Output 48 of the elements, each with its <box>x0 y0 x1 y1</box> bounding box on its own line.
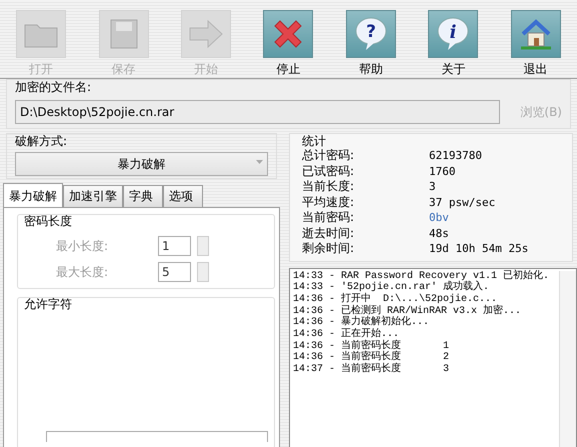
stat-value: 62193780 <box>429 148 482 164</box>
log-line: 14:36 - 打开中 D:\...\52pojie.c... <box>293 294 498 305</box>
log-line: 14:36 - 正在开始... <box>293 329 400 340</box>
log-line: 14:36 - 已检测到 RAR/WinRAR v3.x 加密... <box>293 306 522 317</box>
spin-button[interactable] <box>197 236 209 256</box>
stat-value: 19d 10h 54m 25s <box>429 241 528 256</box>
group-title: 允许字符 <box>24 296 73 313</box>
log-line: 14:33 - RAR Password Recovery v1.1 已初始化. <box>293 270 550 282</box>
file-path-field[interactable]: D:\Desktop\52pojie.cn.rar <box>15 100 500 124</box>
caret-icon <box>256 160 263 164</box>
log-line: 14:36 - 暴力破解初始化... <box>293 317 430 328</box>
method-dropdown[interactable]: 暴力破解 <box>15 152 268 176</box>
tab[interactable]: 字典 <box>123 185 163 207</box>
tab[interactable]: 暴力破解 <box>3 183 63 207</box>
scrollbar[interactable] <box>559 270 576 447</box>
log-line: 14:36 - 当前密码长度 <box>293 340 402 352</box>
number-field[interactable]: 1 <box>158 236 191 256</box>
stat-value: 3 <box>429 179 436 194</box>
charset-field[interactable] <box>46 431 268 442</box>
spin-button[interactable] <box>197 262 209 282</box>
stat-value: 37 psw/sec <box>429 194 496 210</box>
stat-label: 平均速度: <box>302 194 356 210</box>
arrow-icon <box>188 19 224 49</box>
log-line: 14:33 - '52pojie.cn.rar' 成功载入. <box>293 282 490 294</box>
tab[interactable]: 选项 <box>163 185 203 207</box>
stat-label: 剩余时间: <box>302 241 356 256</box>
stat-label: 总计密码: <box>302 148 356 164</box>
stat-value: 48s <box>429 226 449 241</box>
field-label: 最小长度: <box>56 238 110 254</box>
number-field[interactable]: 5 <box>158 262 191 282</box>
stat-label: 当前密码: <box>302 210 356 226</box>
tab[interactable]: 加速引擎 <box>63 185 123 207</box>
method-label: 破解方式: <box>15 134 68 148</box>
log-value: 2 <box>443 352 450 364</box>
field-label: 最大长度: <box>56 264 110 280</box>
stat-value: 1760 <box>429 164 456 179</box>
stat-value: 0bv <box>429 210 449 226</box>
stat-label: 当前长度: <box>302 179 356 194</box>
log-line: 14:36 - 当前密码长度 <box>293 352 402 364</box>
log-value: 1 <box>443 340 450 352</box>
stat-label: 逝去时间: <box>302 226 356 241</box>
house-icon <box>518 17 553 51</box>
stats-title: 统计 <box>302 134 326 148</box>
log-value: 3 <box>443 364 450 376</box>
log-line: 14:37 - 当前密码长度 <box>293 364 402 376</box>
stat-label: 已试密码: <box>302 164 356 179</box>
group-title: 密码长度 <box>24 213 73 230</box>
file-label: 加密的文件名: <box>15 80 92 94</box>
